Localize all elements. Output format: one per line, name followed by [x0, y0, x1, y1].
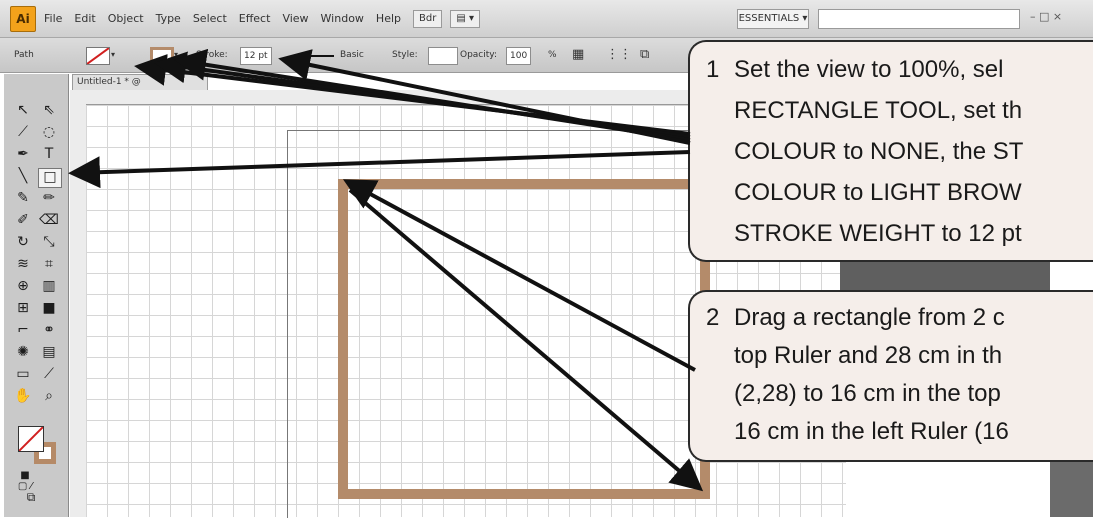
arrow-drag-start: [342, 179, 696, 372]
arrow-to-stroke-weight: [278, 49, 691, 145]
fill-none-icon[interactable]: [18, 426, 44, 452]
pointer-arrows: [68, 48, 704, 492]
arrow-to-rectangle-tool: [68, 150, 691, 189]
arrow-drag-end: [348, 188, 704, 492]
